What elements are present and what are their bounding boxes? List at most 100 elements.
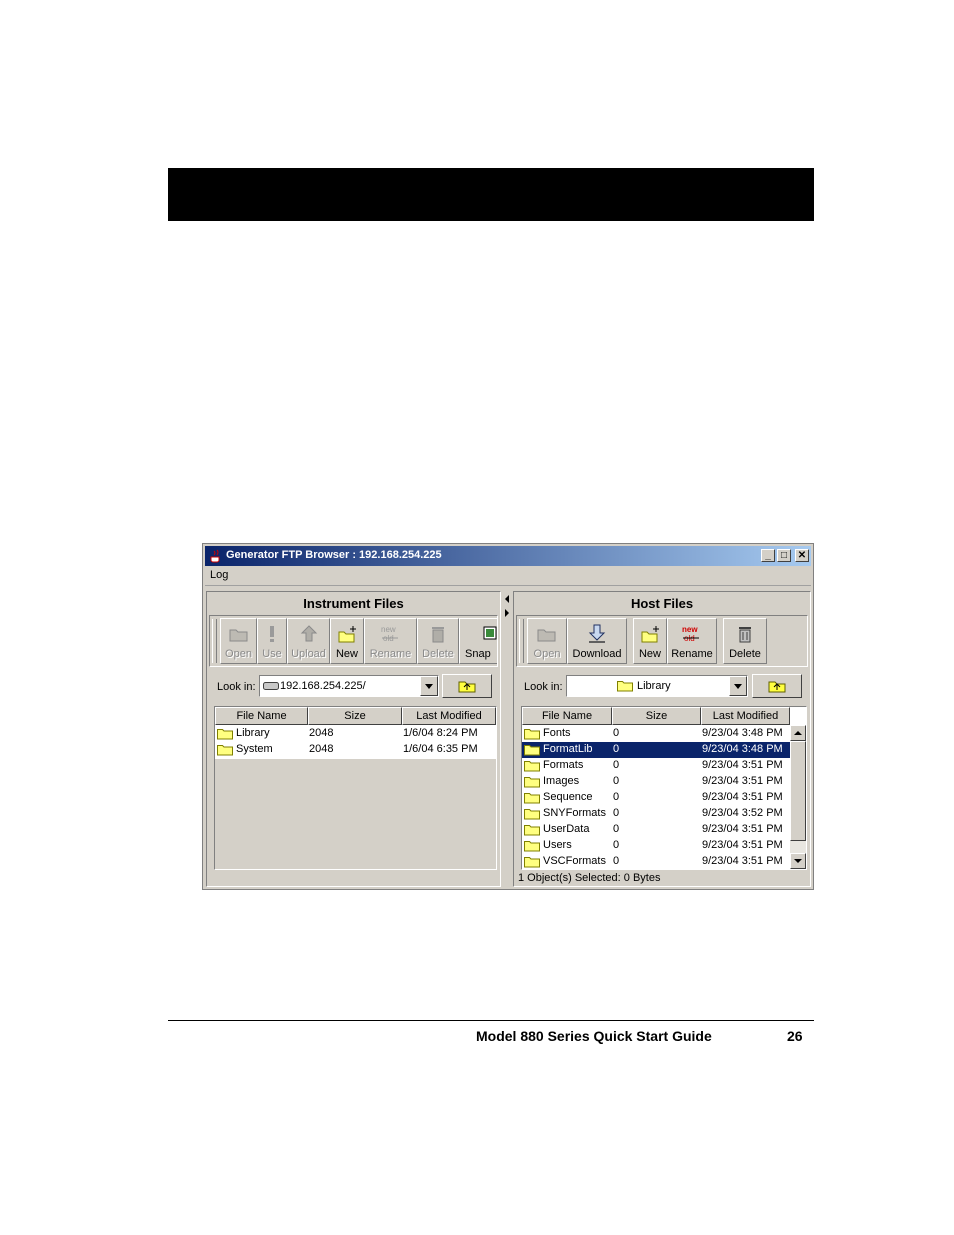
folder-open-icon [229, 629, 247, 642]
instrument-files-panel: Instrument Files Open Use Upload New new… [206, 591, 501, 887]
rename-icon: newold [381, 625, 398, 643]
cell-name: UserData [543, 823, 590, 835]
host-rename-button[interactable]: new old Rename [667, 618, 717, 664]
instrument-toolbar: Open Use Upload New new old Rename Delete [209, 615, 498, 667]
scroll-down-button[interactable] [790, 853, 806, 869]
host-up-folder-button[interactable] [752, 674, 802, 698]
new-folder-icon [338, 626, 356, 643]
status-text: 1 Object(s) Selected: 0 Bytes [518, 872, 661, 884]
snapshot-icon [483, 626, 497, 640]
instrument-delete-button[interactable]: Delete [417, 618, 459, 664]
combo-dropdown-arrow[interactable] [729, 676, 747, 696]
close-button[interactable]: ✕ [795, 549, 809, 562]
menu-log[interactable]: Log [210, 569, 228, 581]
look-in-label: Look in: [524, 681, 563, 693]
page-number: 26 [787, 1028, 803, 1044]
folder-icon [617, 681, 633, 692]
new-folder-icon [641, 626, 659, 643]
instrument-new-button[interactable]: New [330, 618, 364, 664]
window-title: Generator FTP Browser : 192.168.254.225 [226, 549, 442, 561]
cell-modified: 9/23/04 3:51 PM [702, 759, 783, 771]
title-bar[interactable]: Generator FTP Browser : 192.168.254.225 … [205, 546, 811, 566]
host-new-button[interactable]: New [633, 618, 667, 664]
exclamation-icon [270, 626, 274, 642]
vertical-scrollbar[interactable] [790, 725, 806, 869]
cell-size: 0 [613, 775, 620, 787]
look-in-label: Look in: [217, 681, 256, 693]
folder-icon [524, 825, 540, 836]
up-folder-icon [458, 681, 476, 693]
panel-splitter[interactable] [504, 593, 510, 885]
up-folder-icon [768, 681, 786, 693]
folder-icon [524, 745, 540, 756]
host-file-table: File Name Size Last Modified Fonts 0 9/23/… [521, 706, 807, 870]
toolbar-grip[interactable] [519, 619, 524, 663]
instrument-rename-button[interactable]: new old Rename [364, 618, 417, 664]
table-row[interactable]: VSCFormats 0 9/23/04 3:51 PM [522, 854, 790, 869]
column-size[interactable]: Size [612, 707, 701, 725]
ftp-browser-window: Generator FTP Browser : 192.168.254.225 … [202, 543, 814, 890]
instrument-up-folder-button[interactable] [442, 674, 492, 698]
cell-modified: 9/23/04 3:48 PM [702, 743, 783, 755]
host-files-panel: Host Files Open Download New new old Rena… [513, 591, 811, 887]
column-file-name[interactable]: File Name [215, 707, 308, 725]
table-row[interactable]: FormatLib 0 9/23/04 3:48 PM [522, 742, 790, 758]
cell-size: 0 [613, 807, 620, 819]
scroll-up-button[interactable] [790, 725, 806, 741]
cell-name: Images [543, 775, 580, 787]
cell-name: FormatLib [543, 743, 593, 755]
cell-size: 0 [613, 839, 620, 851]
host-toolbar: Open Download New new old Rename Delete [516, 615, 808, 667]
scroll-thumb[interactable] [790, 741, 806, 841]
download-icon [588, 624, 606, 643]
column-last-modified[interactable]: Last Modified [701, 707, 790, 725]
instrument-snap-button[interactable]: Snap [459, 618, 497, 664]
column-last-modified[interactable]: Last Modified [402, 707, 496, 725]
host-download-button[interactable]: Download [567, 618, 627, 664]
host-look-in-combo[interactable]: Library [566, 675, 748, 697]
java-cup-icon [210, 549, 220, 563]
folder-icon [524, 857, 540, 868]
cell-modified: 9/23/04 3:48 PM [702, 727, 783, 739]
cell-name: VSCFormats [543, 855, 606, 867]
cell-name: SNYFormats [543, 807, 606, 819]
table-row[interactable]: Formats 0 9/23/04 3:51 PM [522, 758, 790, 774]
cell-name: Fonts [543, 727, 571, 739]
instrument-open-button[interactable]: Open [220, 618, 257, 664]
column-file-name[interactable]: File Name [522, 707, 612, 725]
host-delete-button[interactable]: Delete [723, 618, 767, 664]
table-row[interactable]: Users 0 9/23/04 3:51 PM [522, 838, 790, 854]
folder-icon [524, 777, 540, 788]
table-empty-area [215, 759, 496, 869]
instrument-look-in-combo[interactable]: 192.168.254.225/ [259, 675, 439, 697]
table-row[interactable]: Library 2048 1/6/04 8:24 PM [215, 726, 496, 742]
cell-name: Sequence [543, 791, 593, 803]
cell-modified: 9/23/04 3:52 PM [702, 807, 783, 819]
arrow-down-icon [794, 859, 802, 863]
folder-icon [524, 761, 540, 772]
rename-icon: newold [682, 625, 699, 643]
cell-modified: 9/23/04 3:51 PM [702, 823, 783, 835]
instrument-upload-button[interactable]: Upload [287, 618, 330, 664]
cell-size: 0 [613, 823, 620, 835]
maximize-button[interactable]: □ [777, 549, 791, 562]
table-row[interactable]: Images 0 9/23/04 3:51 PM [522, 774, 790, 790]
cell-size: 0 [613, 759, 620, 771]
instrument-use-button[interactable]: Use [257, 618, 287, 664]
column-size[interactable]: Size [308, 707, 402, 725]
combo-dropdown-arrow[interactable] [420, 676, 438, 696]
section-header-bar [168, 168, 814, 221]
minimize-button[interactable]: _ [761, 549, 775, 562]
table-row[interactable]: UserData 0 9/23/04 3:51 PM [522, 822, 790, 838]
footer-rule [168, 1020, 814, 1021]
toolbar-grip[interactable] [212, 619, 217, 663]
table-row[interactable]: Fonts 0 9/23/04 3:48 PM [522, 726, 790, 742]
table-row[interactable]: Sequence 0 9/23/04 3:51 PM [522, 790, 790, 806]
svg-text:new: new [682, 625, 698, 634]
table-row[interactable]: SNYFormats 0 9/23/04 3:52 PM [522, 806, 790, 822]
host-open-button[interactable]: Open [527, 618, 567, 664]
drive-icon [263, 682, 279, 690]
folder-icon [524, 809, 540, 820]
table-row[interactable]: System 2048 1/6/04 6:35 PM [215, 742, 496, 758]
trash-icon [432, 627, 444, 643]
